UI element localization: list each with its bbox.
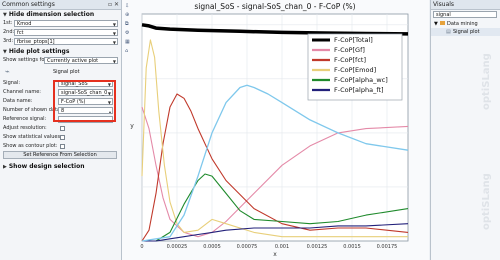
show-settings-row: Show settings for: Currently active plot…	[3, 57, 118, 64]
show-contour-checkbox[interactable]	[60, 144, 65, 149]
x-tick-label: 0	[140, 244, 143, 250]
dim-row-3: 3rd: fbrise_ptops[1] ▼	[3, 38, 118, 45]
set-reference-row: Set Reference From Selection	[0, 151, 121, 162]
hide-plot-settings-toggle[interactable]: ▼ Hide plot settings	[0, 47, 121, 56]
visuals-titlebar: Visuals	[431, 0, 500, 10]
y-axis-label: y	[130, 123, 134, 130]
line-chart[interactable]: signal_SoS - signal-SoS_chan_0 - F-CoP (…	[122, 0, 429, 260]
chevron-down-icon: ▼	[112, 59, 116, 64]
show-settings-select[interactable]: Currently active plot ▼	[44, 57, 118, 64]
watermark-text: optiSLang	[481, 173, 492, 230]
folder-icon	[440, 21, 445, 25]
common-settings-panel: Common settings ▫ ✕ ▼ Hide dimension sele…	[0, 0, 122, 260]
set-reference-button[interactable]: Set Reference From Selection	[3, 151, 117, 159]
collapse-triangle-icon: ▼	[434, 21, 438, 27]
tree-child-item[interactable]: ▤ Signal plot	[431, 28, 500, 36]
watermark-text: optiSLang	[481, 53, 492, 110]
x-tick-label: 0.00125	[307, 244, 328, 250]
x-tick-label: 0.0015	[343, 244, 361, 250]
legend-label: F-CoP[Total]	[334, 36, 373, 44]
chart-area: ⇩ ⊕ ⧉ ⚙ ▦ ⌂ signal_SoS - signal-SoS_chan…	[122, 0, 429, 260]
dim-1-select[interactable]: Kmod ▼	[14, 20, 118, 27]
visuals-panel: Visuals signal ▼ Data mining ▤ Signal pl…	[430, 0, 500, 260]
common-settings-title: Common settings	[2, 1, 55, 8]
common-settings-titlebar: Common settings ▫ ✕	[0, 0, 121, 10]
signal-plot-heading: Signal plot	[53, 69, 80, 75]
legend-label: F-CoP[Emod]	[334, 66, 376, 74]
visuals-title: Visuals	[433, 1, 455, 8]
chart-icon: ▤	[446, 29, 451, 35]
chevron-down-icon: ▼	[112, 22, 116, 27]
panel-controls-icon[interactable]: ▫ ✕	[108, 0, 119, 9]
show-statistical-checkbox[interactable]	[60, 135, 65, 140]
visuals-search-input[interactable]: signal	[433, 11, 497, 18]
legend-label: F-CoP[Gf]	[334, 46, 365, 54]
visuals-search-row: signal	[431, 10, 500, 20]
collapse-triangle-icon: ▼	[3, 49, 7, 55]
x-tick-label: 0.00075	[237, 244, 258, 250]
chevron-down-icon: ▼	[112, 31, 116, 36]
contour-row: Show as contour plot:	[0, 142, 121, 151]
x-axis-label: x	[273, 251, 277, 258]
dim-row-2: 2nd: fct ▼	[3, 29, 118, 36]
highlight-box	[53, 80, 116, 122]
tree-root-item[interactable]: ▼ Data mining	[431, 20, 500, 28]
legend-label: F-CoP[alpha_ft]	[334, 86, 384, 94]
signal-plot-header: ⌁ Signal plot	[0, 65, 121, 79]
show-design-toggle[interactable]: ▶ Show design selection	[0, 162, 121, 171]
dim-2-select[interactable]: fct ▼	[14, 29, 118, 36]
expand-triangle-icon: ▶	[3, 164, 7, 170]
legend-label: F-CoP[alpha_wc]	[334, 76, 388, 84]
dim-3-select[interactable]: fbrise_ptops[1] ▼	[14, 38, 118, 45]
adjust-resolution-checkbox[interactable]	[60, 126, 65, 131]
x-tick-label: 0.0005	[203, 244, 221, 250]
legend-label: F-CoP[fct]	[334, 56, 366, 64]
x-tick-label: 0.00025	[167, 244, 188, 250]
stat-row: Show statistical values:	[0, 133, 121, 142]
dim-row-1: 1st: Kmod ▼	[3, 20, 118, 27]
chevron-down-icon: ▼	[112, 40, 116, 45]
pin-icon[interactable]: ⌁	[5, 67, 10, 76]
chart-title: signal_SoS - signal-SoS_chan_0 - F-CoP (…	[194, 2, 355, 11]
collapse-triangle-icon: ▼	[3, 12, 7, 18]
adjust-row: Adjust resolution:	[0, 124, 121, 133]
x-tick-label: 0.00175	[377, 244, 398, 250]
x-tick-label: 0.001	[275, 244, 289, 250]
hide-dimension-toggle[interactable]: ▼ Hide dimension selection	[0, 10, 121, 19]
